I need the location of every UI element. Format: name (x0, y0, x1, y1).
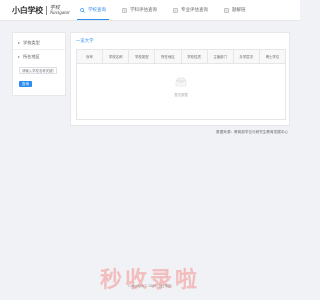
column-header[interactable]: 办学层次 (234, 50, 260, 63)
nav-tab-major-eval[interactable]: 专业评估查询 (173, 0, 208, 20)
top-header: 小白学校 学校 Navigator 学校查询 学科评估查询 专业评估查询 题解链 (0, 0, 300, 21)
search-icon (80, 7, 85, 13)
filter-region[interactable]: ▸ 所在地区 (13, 50, 65, 63)
column-header[interactable]: 所在地区 (155, 50, 182, 63)
nav-tab-label: 学科评估查询 (130, 7, 157, 12)
data-source-note: 数据来源：教育部学位与研究生教育发展中心 (216, 130, 288, 134)
column-header[interactable]: 序号 (77, 50, 104, 63)
brand-sub: 学校 Navigator (50, 6, 70, 16)
filter-label: 学校类型 (23, 39, 40, 45)
document-icon (173, 7, 178, 13)
filter-school-type[interactable]: ▸ 学校类型 (13, 36, 65, 50)
results-table: 序号 学校名称 学校类型 所在地区 学校性质 主管部门 办学层次 博士学位 暂无… (76, 49, 286, 120)
chevron-right-icon: ▸ (18, 40, 21, 45)
column-header[interactable]: 学校名称 (103, 50, 130, 63)
column-header[interactable]: 博士学位 (260, 50, 285, 63)
nav-tab-discipline-eval[interactable]: 学科评估查询 (122, 0, 157, 20)
column-header[interactable]: 学校类型 (129, 50, 156, 63)
nav-tab-topic-chain[interactable]: 题解链 (224, 0, 246, 20)
nav-tab-label: 题解链 (232, 7, 246, 12)
nav-tab-school-search[interactable]: 学校查询 (77, 0, 109, 20)
empty-state: 暂无数据 (77, 64, 285, 119)
panel-title: 一览大学 (76, 38, 94, 43)
empty-box-icon (175, 77, 187, 87)
chevron-right-icon: ▸ (18, 54, 21, 59)
main-nav: 学校查询 学科评估查询 专业评估查询 题解链 (77, 0, 262, 20)
document-icon (224, 7, 229, 13)
brand-sub-line-2: Navigator (49, 10, 71, 16)
filter-label: 所在地区 (23, 53, 40, 59)
table-header-row: 序号 学校名称 学校类型 所在地区 学校性质 主管部门 办学层次 博士学位 (77, 50, 285, 64)
watermark: 秒收录啦 (99, 268, 200, 293)
school-search-input[interactable] (19, 67, 57, 74)
nav-tab-label: 专业评估查询 (181, 7, 208, 12)
results-panel: 一览大学 序号 学校名称 学校类型 所在地区 学校性质 主管部门 办学层次 博士… (70, 32, 290, 126)
logo-divider (45, 6, 47, 15)
document-icon (122, 7, 127, 13)
nav-tab-label: 学校查询 (88, 7, 106, 12)
brand-name: 小白学校 (12, 5, 43, 15)
brand-logo[interactable]: 小白学校 学校 Navigator (12, 5, 70, 16)
empty-text: 暂无数据 (174, 93, 188, 97)
column-header[interactable]: 主管部门 (208, 50, 234, 63)
column-header[interactable]: 学校性质 (182, 50, 208, 63)
search-button[interactable]: 查询 (19, 81, 32, 87)
footer-copyright: Copyright © 2021 小白学校 (128, 284, 172, 288)
filter-sidebar: ▸ 学校类型 ▸ 所在地区 查询 (12, 32, 66, 96)
